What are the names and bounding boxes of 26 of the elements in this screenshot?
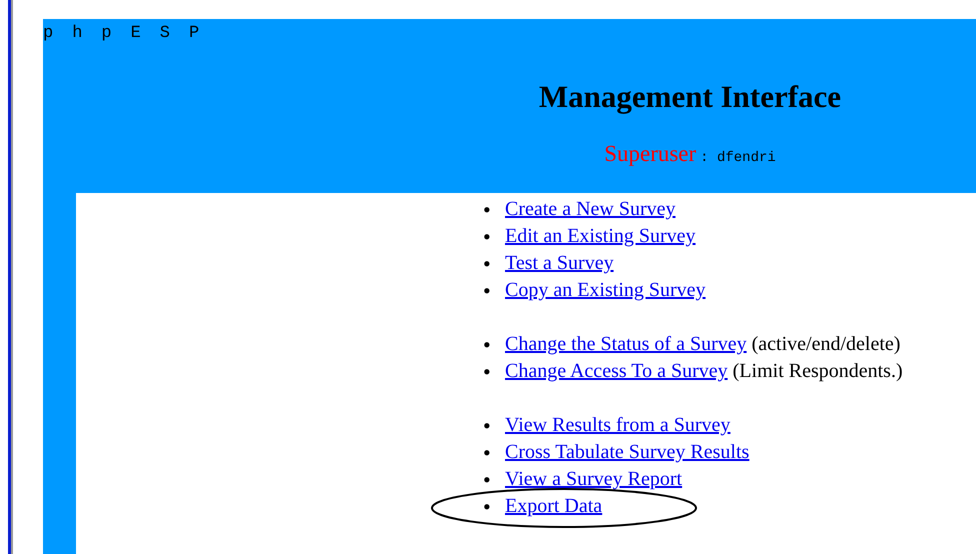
- bullet: •: [483, 466, 491, 494]
- bullet: •: [483, 439, 491, 466]
- logo-text: phpESP: [43, 23, 220, 45]
- bullet: •: [483, 358, 491, 386]
- bullet: •: [483, 331, 491, 358]
- menu-link[interactable]: Copy an Existing Survey: [505, 279, 706, 302]
- menu-link[interactable]: View Results from a Survey: [505, 414, 730, 436]
- menu-link[interactable]: Edit an Existing Survey: [505, 225, 696, 248]
- bullet: •: [483, 250, 491, 278]
- menu-link[interactable]: Change the Status of a Survey: [505, 333, 747, 356]
- page-title: Management Interface: [538, 78, 842, 116]
- menu-link[interactable]: Test a Survey: [505, 252, 614, 274]
- bullet: •: [483, 223, 491, 250]
- menu-link[interactable]: View a Survey Report: [505, 468, 682, 490]
- link-note: (active/end/delete): [752, 333, 900, 356]
- menu-link[interactable]: Export Data: [505, 495, 602, 518]
- link-note: (Limit Respondents.): [732, 360, 903, 382]
- username: : dfendri: [700, 150, 776, 166]
- menu-link[interactable]: Change Access To a Survey: [505, 360, 728, 382]
- bullet: •: [483, 196, 491, 224]
- menu-link[interactable]: Create a New Survey: [505, 198, 676, 220]
- bullet: •: [483, 277, 491, 304]
- role-label: Superuser: [604, 141, 696, 166]
- menu-link[interactable]: Cross Tabulate Survey Results: [505, 441, 750, 464]
- bullet: •: [483, 493, 491, 520]
- bullet: •: [483, 412, 491, 440]
